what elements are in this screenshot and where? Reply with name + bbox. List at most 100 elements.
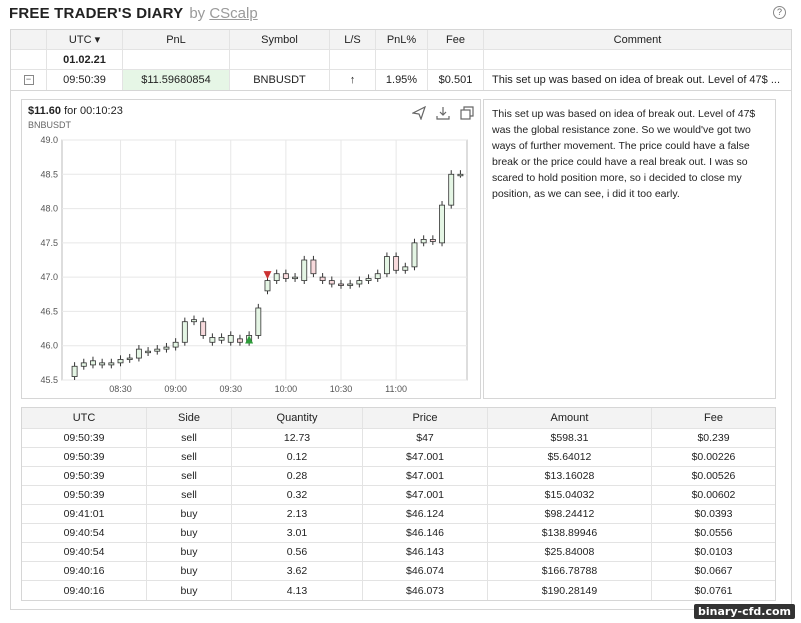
fill-utc: 09:41:01: [22, 505, 147, 523]
candle-body: [218, 337, 225, 341]
x-tick-label: 10:30: [330, 384, 353, 394]
collapse-icon[interactable]: −: [23, 75, 34, 85]
candle-body: [310, 259, 317, 275]
col-header-fee[interactable]: Fee: [428, 30, 484, 49]
fill-utc: 09:40:16: [22, 562, 147, 580]
candle-body: [328, 280, 335, 285]
fill-amount: $138.89946: [488, 524, 652, 542]
fill-row[interactable]: 09:40:16 buy 4.13 $46.073 $190.28149 $0.0761: [22, 581, 775, 600]
candle-body: [319, 276, 326, 281]
candle-body: [292, 276, 298, 280]
fill-row[interactable]: 09:40:16 buy 3.62 $46.074 $166.78788 $0.0667: [22, 562, 775, 581]
trade-pnl: $11.59680854: [123, 70, 230, 90]
fill-price: $46.143: [363, 543, 488, 561]
fill-quantity: 0.32: [232, 486, 363, 504]
watermark: binary-cfd.com: [694, 604, 795, 619]
x-tick-label: 09:30: [219, 384, 242, 394]
fill-amount: $598.31: [488, 429, 652, 447]
date-label: 01.02.21: [47, 50, 123, 69]
fill-quantity: 0.28: [232, 467, 363, 485]
candle-body: [282, 273, 289, 279]
y-tick-label: 45.5: [40, 375, 58, 385]
col-header-pnl[interactable]: PnL: [123, 30, 230, 49]
fill-side: buy: [147, 524, 232, 542]
y-tick-label: 48.5: [40, 169, 58, 179]
candle-body: [163, 346, 170, 350]
app-title: FREE TRADER'S DIARY: [9, 5, 184, 22]
date-empty-symbol: [230, 50, 330, 69]
fill-fee: $0.0556: [694, 527, 733, 539]
col-header-comment[interactable]: Comment: [484, 30, 791, 49]
candle-body: [108, 362, 115, 366]
candle-body: [301, 259, 308, 281]
col-header-utc[interactable]: UTC ▾: [47, 30, 123, 49]
fill-utc: 09:40:16: [22, 581, 147, 600]
fill-fee: $0.239: [697, 432, 730, 444]
fills-col-quantity[interactable]: Quantity: [232, 408, 363, 428]
chart-panel: $11.60 for 00:10:23 BNBUSDT 45.5 46.0 46.5…: [21, 99, 481, 399]
fill-side: sell: [147, 429, 232, 447]
fill-fee: $0.0667: [694, 565, 733, 577]
help-icon[interactable]: ?: [773, 6, 786, 19]
trades-header-row: UTC ▾ PnL Symbol L/S PnL% Fee Comment: [11, 30, 791, 50]
fills-col-fee[interactable]: Fee: [652, 408, 775, 428]
candle-body: [126, 357, 133, 360]
fill-row[interactable]: 09:50:39 sell 0.32 $47.001 $15.04032 $0.00602: [22, 486, 775, 505]
fill-row[interactable]: 09:40:54 buy 3.01 $46.146 $138.89946 $0.0556: [22, 524, 775, 543]
x-tick-label: 09:00: [164, 384, 187, 394]
fills-col-utc[interactable]: UTC: [22, 408, 147, 428]
trade-pnl-pct: 1.95%: [376, 70, 428, 90]
brand-link[interactable]: CScalp: [209, 5, 257, 22]
candle-body: [439, 204, 445, 244]
fill-row[interactable]: 09:50:39 sell 0.28 $47.001 $13.16028 $0.00526: [22, 467, 775, 486]
fill-utc: 09:40:54: [22, 543, 147, 561]
by-label: by: [189, 5, 206, 22]
candle-body: [135, 348, 142, 359]
col-header-pnl-pct[interactable]: PnL%: [376, 30, 428, 49]
trade-utc: 09:50:39: [47, 70, 123, 90]
trade-row[interactable]: − 09:50:39 $11.59680854 BNBUSDT ↑ 1.95% …: [11, 70, 791, 90]
fill-row[interactable]: 09:50:39 sell 0.12 $47.001 $5.64012 $0.00226: [22, 448, 775, 467]
candle-body: [90, 360, 96, 366]
fill-row[interactable]: 09:40:54 buy 0.56 $46.143 $25.84008 $0.0103: [22, 543, 775, 562]
fill-amount: $190.28149: [488, 581, 652, 600]
fill-price: $47.001: [363, 486, 488, 504]
fills-col-amount[interactable]: Amount: [488, 408, 652, 428]
fill-row[interactable]: 09:50:39 sell 12.73 $47 $598.31 $0.239: [22, 429, 775, 448]
comment-panel: This set up was based on idea of break o…: [483, 99, 776, 399]
x-tick-label: 10:00: [275, 384, 298, 394]
candle-body: [429, 239, 436, 242]
candle-body: [181, 321, 188, 343]
fill-utc: 09:50:39: [22, 448, 147, 466]
fill-quantity: 0.56: [232, 543, 363, 561]
candle-body: [420, 239, 427, 244]
date-group-row: 01.02.21: [11, 50, 791, 70]
col-header-toggle: [11, 30, 47, 49]
fill-row[interactable]: 09:41:01 buy 2.13 $46.124 $98.24412 $0.0393: [22, 505, 775, 524]
candle-body: [374, 273, 381, 279]
fill-fee: $0.0393: [694, 508, 733, 520]
col-header-symbol[interactable]: Symbol: [230, 30, 330, 49]
fill-price: $46.073: [363, 581, 488, 600]
fills-col-side[interactable]: Side: [147, 408, 232, 428]
date-empty-fee: [428, 50, 484, 69]
candle-body: [347, 283, 354, 286]
fill-amount: $5.64012: [488, 448, 652, 466]
candle-body: [273, 273, 280, 281]
fill-fee: $0.0761: [694, 584, 733, 597]
candle-body: [209, 337, 216, 343]
candle-body: [191, 319, 197, 323]
fill-quantity: 12.73: [232, 429, 363, 447]
fill-amount: $13.16028: [488, 467, 652, 485]
fill-fee: $0.00526: [691, 470, 736, 482]
fills-body: 09:50:39 sell 12.73 $47 $598.31 $0.239 09:50:3…: [22, 429, 775, 600]
collapse-cell: −: [11, 70, 47, 90]
x-tick-label: 11:00: [385, 384, 407, 394]
col-header-ls[interactable]: L/S: [330, 30, 376, 49]
date-empty-pnl-pct: [376, 50, 428, 69]
candle-body: [402, 266, 409, 271]
fills-col-price[interactable]: Price: [363, 408, 488, 428]
fill-side: buy: [147, 505, 232, 523]
fill-side: buy: [147, 581, 232, 600]
fill-quantity: 4.13: [232, 581, 363, 600]
